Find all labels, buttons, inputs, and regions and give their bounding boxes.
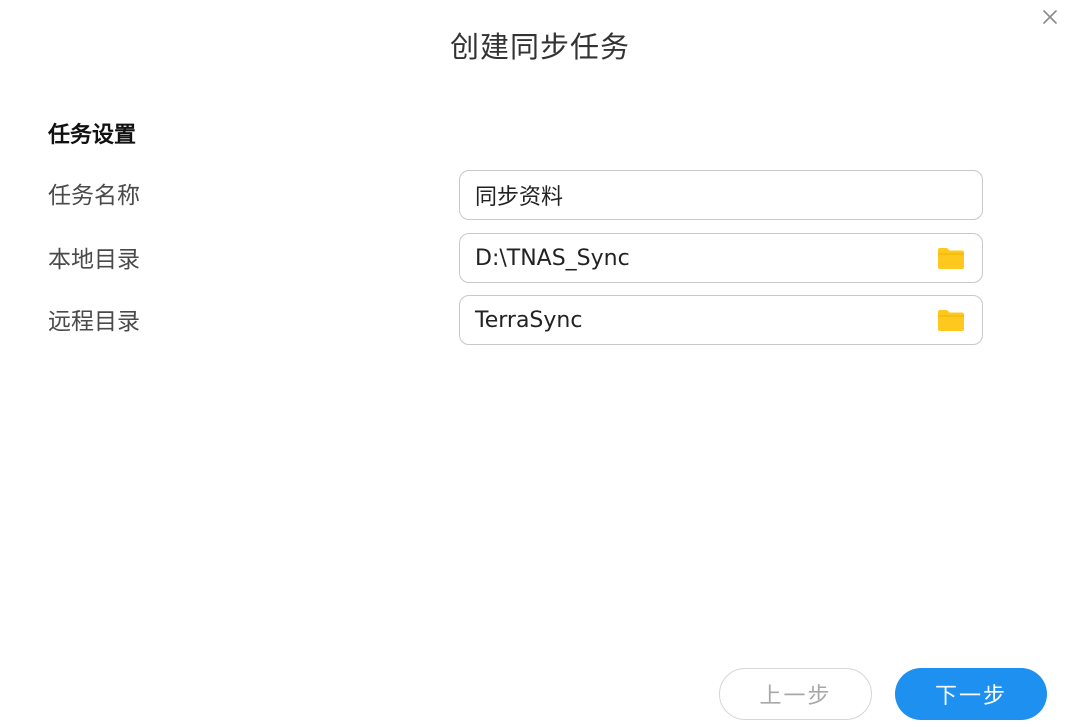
folder-icon[interactable]: [937, 308, 965, 332]
remote-directory-label: 远程目录: [48, 309, 140, 335]
task-name-label: 任务名称: [48, 183, 140, 209]
local-directory-value[interactable]: D:\TNAS_Sync: [460, 246, 936, 271]
remote-folder-browse-button[interactable]: [936, 307, 966, 333]
create-sync-task-dialog: 创建同步任务 任务设置 任务名称 同步资料 本地目录 D:\TNAS_Sync …: [0, 0, 1080, 727]
task-name-value[interactable]: 同步资料: [460, 179, 982, 211]
local-folder-browse-button[interactable]: [936, 245, 966, 271]
local-directory-label: 本地目录: [48, 247, 140, 273]
remote-directory-field[interactable]: TerraSync: [459, 295, 983, 345]
section-title-task-settings: 任务设置: [48, 123, 137, 148]
folder-icon[interactable]: [937, 246, 965, 270]
dialog-title: 创建同步任务: [449, 30, 630, 64]
previous-step-button[interactable]: 上一步: [719, 668, 872, 720]
next-step-button[interactable]: 下一步: [895, 668, 1047, 720]
remote-directory-value[interactable]: TerraSync: [460, 308, 936, 333]
close-icon[interactable]: [1043, 9, 1057, 28]
task-name-field[interactable]: 同步资料: [459, 170, 983, 220]
close-button[interactable]: [1038, 6, 1062, 30]
local-directory-field[interactable]: D:\TNAS_Sync: [459, 233, 983, 283]
